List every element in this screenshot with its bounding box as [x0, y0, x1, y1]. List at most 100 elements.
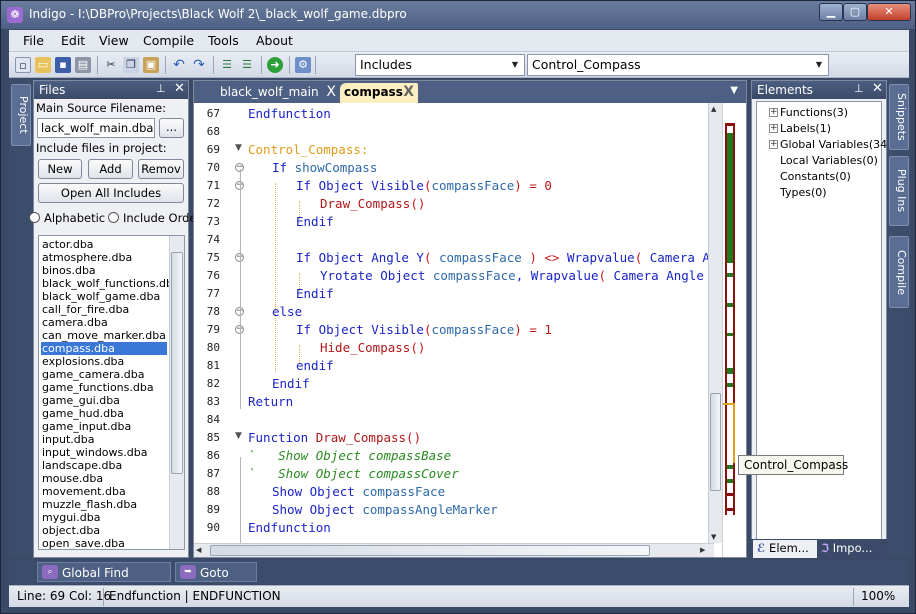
elements-tree-node[interactable]: Constants(0) [780, 170, 851, 183]
tab-list-dropdown-icon[interactable]: ▼ [730, 85, 738, 96]
file-list-item[interactable]: input_windows.dba [41, 446, 167, 459]
open-folder-icon[interactable]: ▭ [35, 57, 51, 73]
elements-tree-node[interactable]: Local Variables(0) [780, 154, 878, 167]
file-list-scroll-thumb[interactable] [171, 252, 183, 474]
menu-view[interactable]: View [99, 33, 129, 48]
file-list-item[interactable]: actor.dba [41, 238, 167, 251]
file-list-item[interactable]: mygui.dba [41, 511, 167, 524]
elements-tab-icon: ℰ [757, 541, 766, 555]
run-icon[interactable]: ➜ [267, 57, 283, 73]
new-file-icon[interactable]: ▫ [15, 57, 31, 73]
elements-tree-node[interactable]: Types(0) [780, 186, 827, 199]
cut-icon[interactable]: ✂ [103, 57, 119, 73]
file-list-item[interactable]: black_wolf_game.dba [41, 290, 167, 303]
plugins-tab-label: Plug Ins [895, 169, 908, 213]
close-tab-icon[interactable]: X [403, 83, 414, 101]
file-list-item[interactable]: game_input.dba [41, 420, 167, 433]
redo-icon[interactable]: ↷ [191, 57, 207, 73]
close-icon[interactable]: ✕ [872, 81, 883, 96]
file-list-item[interactable]: game_gui.dba [41, 394, 167, 407]
file-list-item[interactable]: camera.dba [41, 316, 167, 329]
tab-goto-line[interactable]: ➥ Goto Line [175, 562, 257, 600]
file-list-item[interactable]: can_move_marker.dba [41, 329, 167, 342]
file-list-item[interactable]: input.dba [41, 433, 167, 446]
close-icon[interactable]: ✕ [174, 81, 185, 96]
fold-toggle-icon[interactable]: ▼ [235, 431, 242, 441]
file-list-item[interactable]: game_camera.dba [41, 368, 167, 381]
code-token: ( [423, 250, 439, 265]
pin-icon[interactable]: ⊥ [854, 82, 864, 95]
expand-icon[interactable]: + [769, 140, 778, 149]
code-token: Endfunction [248, 520, 331, 535]
include-order-radio[interactable] [108, 212, 119, 223]
expand-icon[interactable]: + [769, 124, 778, 133]
file-list-item[interactable]: open_save.dba [41, 537, 167, 549]
code-area[interactable]: Endfunction Control_Compass: If showCompas… [248, 103, 708, 543]
file-list-item[interactable]: object.dba [41, 524, 167, 537]
tab-compass[interactable]: compass X [340, 83, 418, 103]
file-list-item[interactable]: atmosphere.dba [41, 251, 167, 264]
menu-compile[interactable]: Compile [143, 33, 194, 48]
elements-tree-node[interactable]: Global Variables(348) [780, 138, 898, 151]
pin-icon[interactable]: ⊥ [156, 82, 166, 95]
editor-vertical-scrollbar[interactable]: ▲ ▼ [708, 103, 722, 543]
editor-scroll-thumb[interactable] [710, 393, 721, 491]
editor-hscroll-thumb[interactable] [210, 545, 650, 556]
remove-button[interactable]: Remov [138, 159, 184, 179]
indigo-app-icon: ❁ [7, 7, 23, 23]
close-tab-icon[interactable]: X [326, 83, 336, 101]
indent-icon[interactable]: ☰ [219, 57, 235, 73]
tab-imports[interactable]: ℑ Impo... [817, 540, 885, 558]
snippets-side-tab[interactable]: Snippets [889, 84, 909, 150]
menu-tools[interactable]: Tools [208, 33, 239, 48]
plugins-side-tab[interactable]: Plug Ins [889, 156, 909, 226]
undo-icon[interactable]: ↶ [171, 57, 187, 73]
functions-combo[interactable]: Control_Compass ▼ [527, 54, 829, 76]
tab-black-wolf-main[interactable]: black_wolf_main X [198, 83, 340, 103]
tab-global-find-results[interactable]: ⌕ Global Find Results [37, 562, 171, 600]
menu-about[interactable]: About [256, 33, 293, 48]
chevron-down-icon: ▼ [815, 60, 823, 69]
window-title: Indigo - I:\DBPro\Projects\Black Wolf 2\… [29, 7, 407, 21]
menu-file[interactable]: File [23, 33, 44, 48]
main-source-field[interactable]: lack_wolf_main.dba [37, 118, 155, 138]
new-button[interactable]: New [38, 159, 82, 179]
file-list-item[interactable]: call_for_fire.dba [41, 303, 167, 316]
browse-button[interactable]: ... [159, 118, 184, 138]
code-overview-map[interactable] [722, 103, 746, 557]
file-list-item[interactable]: landscape.dba [41, 459, 167, 472]
file-list-item[interactable]: binos.dba [41, 264, 167, 277]
expand-icon[interactable]: + [769, 108, 778, 117]
add-button[interactable]: Add [88, 159, 133, 179]
tab-elements[interactable]: ℰ Elem... [753, 540, 817, 558]
fold-toggle-icon[interactable]: ▼ [235, 143, 242, 153]
editor-horizontal-scrollbar[interactable]: ◀ ▶ [194, 543, 714, 557]
open-all-includes-button[interactable]: Open All Includes [38, 183, 184, 203]
save-icon[interactable]: ▪ [55, 57, 71, 73]
file-list-item[interactable]: muzzle_flash.dba [41, 498, 167, 511]
includes-combo[interactable]: Includes ▼ [355, 54, 525, 76]
elements-tree-node[interactable]: Functions(3) [780, 106, 848, 119]
project-side-tab[interactable]: Project [11, 84, 31, 146]
file-list-item[interactable]: game_functions.dba [41, 381, 167, 394]
compile-side-tab[interactable]: Compile [889, 236, 909, 308]
compile-icon[interactable]: ⚙ [295, 57, 311, 73]
close-button[interactable]: ✕ [867, 3, 911, 21]
file-list-item[interactable]: black_wolf_functions.dba [41, 277, 180, 290]
file-list-item[interactable]: explosions.dba [41, 355, 167, 368]
file-list-item[interactable]: compass.dba [41, 342, 167, 355]
menu-edit[interactable]: Edit [61, 33, 85, 48]
minimize-button[interactable]: ▁ [819, 3, 843, 21]
file-list-item[interactable]: mouse.dba [41, 472, 167, 485]
outdent-icon[interactable]: ☰ [239, 57, 255, 73]
paste-icon[interactable]: ▣ [143, 57, 159, 73]
line-number: 71 [206, 179, 220, 192]
file-list-scrollbar[interactable] [169, 236, 184, 549]
maximize-button[interactable]: ▢ [843, 3, 867, 21]
copy-icon[interactable]: ❐ [123, 57, 139, 73]
print-icon[interactable]: ▤ [75, 57, 91, 73]
file-list-item[interactable]: movement.dba [41, 485, 167, 498]
elements-tree-node[interactable]: Labels(1) [780, 122, 831, 135]
alphabetic-radio[interactable] [29, 212, 40, 223]
file-list-item[interactable]: game_hud.dba [41, 407, 167, 420]
